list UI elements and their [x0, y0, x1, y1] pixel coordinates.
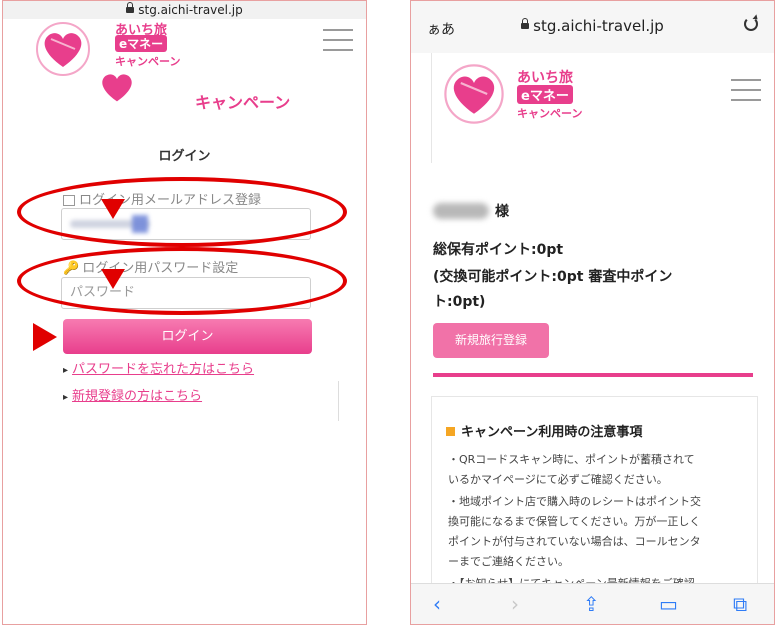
bullet-square-icon	[446, 427, 455, 436]
browser-toolbar: ぁあ stg.aichi-travel.jp	[411, 1, 774, 53]
campaign-logo-ghost: キャンペーン	[93, 63, 293, 113]
notice-line: ポイントが付与されていない場合は、コールセンタ	[448, 535, 701, 548]
heart-icon	[102, 74, 132, 102]
url-text: stg.aichi-travel.jp	[533, 17, 664, 35]
logo-line3: キャンペーン	[517, 107, 583, 120]
address-bar[interactable]: stg.aichi-travel.jp	[411, 17, 774, 35]
divider	[338, 381, 339, 421]
section-divider	[433, 373, 753, 377]
logo-line1: あいち旅	[517, 70, 573, 86]
url-text: stg.aichi-travel.jp	[138, 3, 243, 17]
annotation-ellipse-email	[17, 177, 347, 247]
annotation-ellipse-password	[17, 247, 347, 315]
notice-title-text: キャンペーン利用時の注意事項	[461, 425, 643, 440]
tabs-icon[interactable]: ⧉	[733, 592, 747, 616]
register-link[interactable]: 新規登録の方はこちら	[63, 385, 202, 404]
points-total: 総保有ポイント:0pt	[433, 242, 564, 258]
points-detail-line1: (交換可能ポイント:0pt 審査中ポイン	[433, 269, 673, 285]
logo-line3-ghost: キャンペーン	[195, 93, 291, 112]
page-title: ログイン	[158, 149, 211, 164]
share-icon[interactable]: ⇪	[583, 592, 600, 616]
notice-line: ーまでご連絡ください。	[448, 555, 569, 568]
heart-icon	[36, 22, 90, 76]
address-bar[interactable]: stg.aichi-travel.jp	[3, 1, 366, 19]
annotation-arrow-login	[33, 323, 57, 351]
notice-box: キャンペーン利用時の注意事項 ・QRコードスキャン時に、ポイントが蓄積されて い…	[431, 396, 758, 597]
forward-icon[interactable]: ›	[511, 592, 519, 616]
notice-line: ・地域ポイント店で購入時のレシートはポイント交	[448, 495, 701, 508]
campaign-logo[interactable]: あいち旅 eマネー キャンペーン	[441, 61, 601, 131]
lock-icon	[126, 1, 135, 13]
lock-icon	[521, 17, 530, 29]
honorific: 様	[495, 204, 509, 220]
logo-emoney: eマネー	[115, 35, 168, 52]
user-name-row: 様	[411, 201, 774, 221]
annotation-arrow-password	[101, 269, 125, 289]
user-name-blurred	[433, 203, 489, 219]
menu-button[interactable]	[323, 29, 353, 59]
heart-icon	[444, 64, 504, 124]
mypage-screen: ぁあ stg.aichi-travel.jp あいち旅 eマネー キャンペーン …	[410, 0, 775, 625]
logo-emoney: eマネー	[517, 85, 573, 104]
login-screen: stg.aichi-travel.jp あいち旅 eマネー キャンペーン キャン…	[2, 0, 367, 625]
back-icon[interactable]: ‹	[433, 592, 441, 616]
new-trip-button[interactable]: 新規旅行登録	[433, 323, 549, 358]
notice-line: 換可能になるまで保管してください。万が一正しく	[448, 515, 701, 528]
reload-icon[interactable]	[744, 17, 758, 31]
notice-line: ・QRコードスキャン時に、ポイントが蓄積されて	[448, 453, 695, 466]
login-button[interactable]: ログイン	[63, 319, 312, 354]
menu-button[interactable]	[731, 79, 761, 109]
annotation-arrow-email	[101, 199, 125, 219]
points-detail-line2: ト:0pt)	[433, 294, 486, 310]
notice-title: キャンペーン利用時の注意事項	[446, 421, 642, 440]
notice-line: いるかマイページにて必ずご確認ください。	[448, 473, 668, 486]
forgot-password-link[interactable]: パスワードを忘れた方はこちら	[63, 358, 254, 377]
bookmarks-icon[interactable]: ▭	[659, 592, 678, 616]
browser-bottom-bar: ‹ › ⇪ ▭ ⧉	[411, 583, 774, 624]
